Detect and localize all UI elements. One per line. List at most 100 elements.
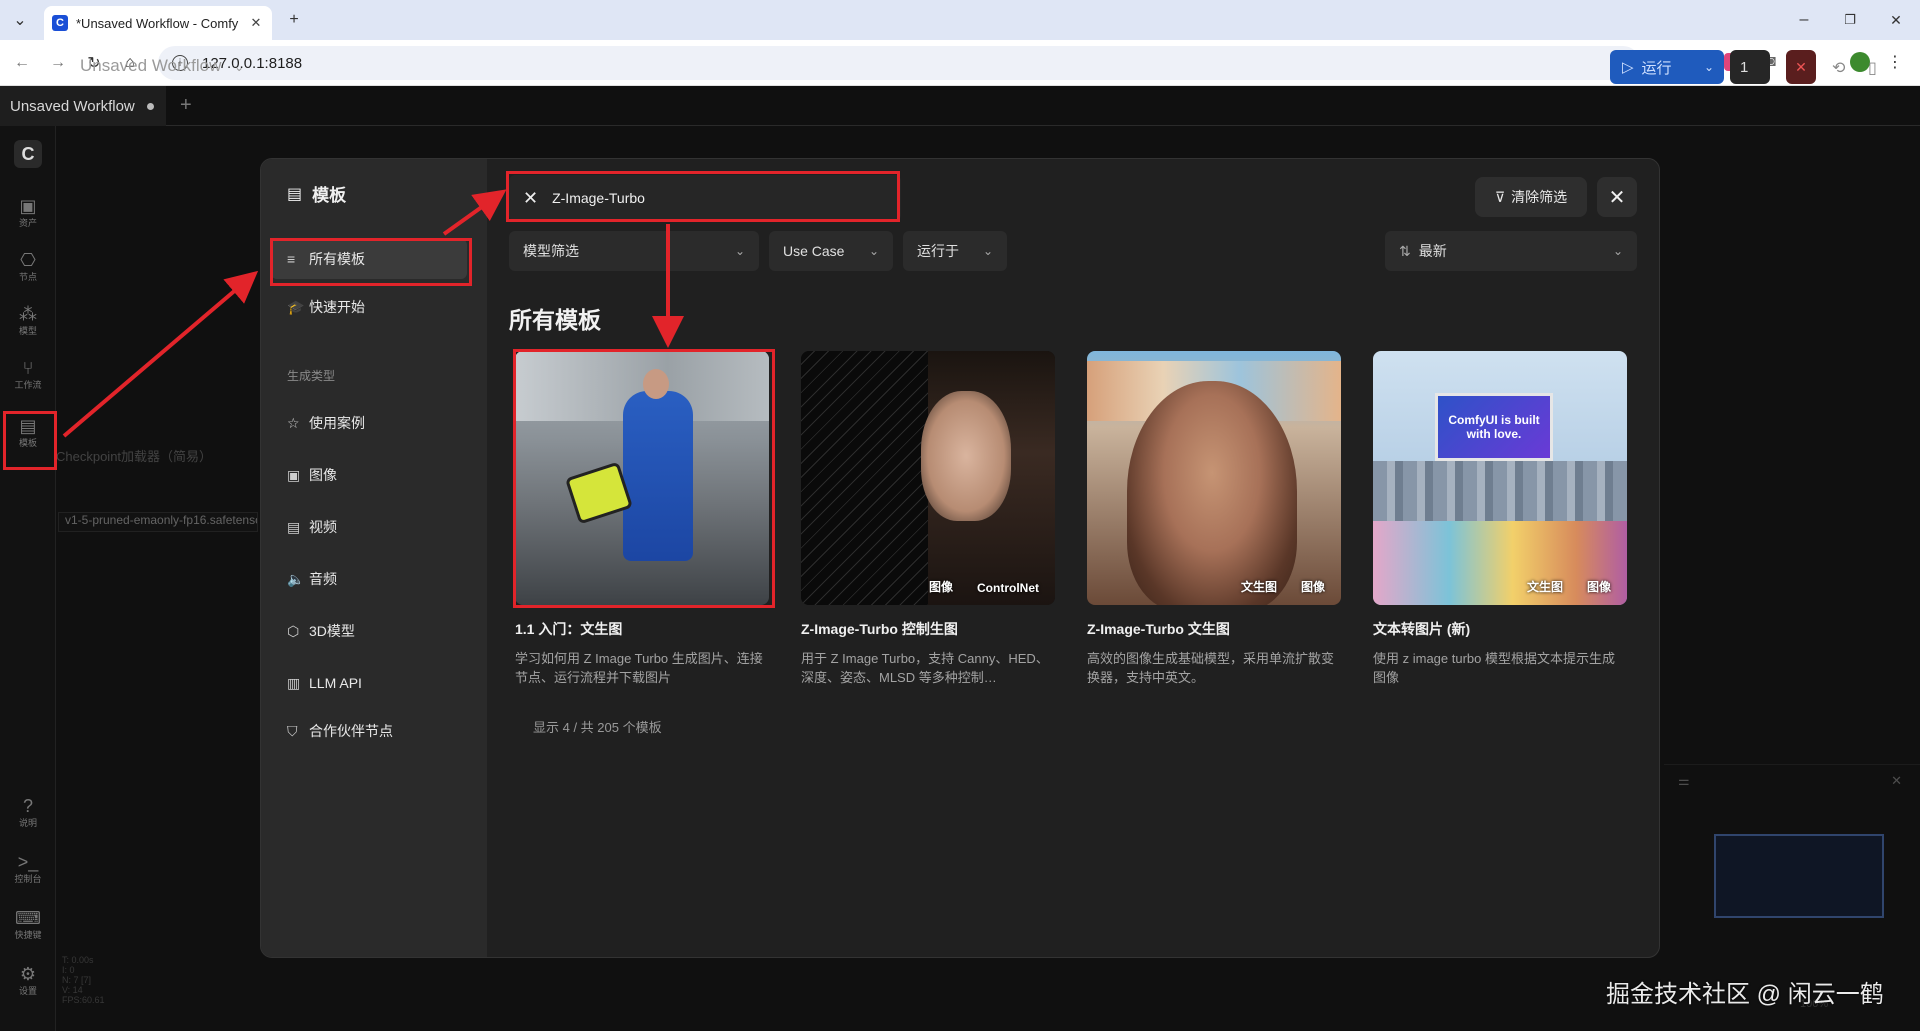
add-workflow-tab-button[interactable]: + <box>180 94 192 117</box>
modal-title: ▤ 模板 <box>287 185 347 206</box>
highlight-box <box>513 349 775 608</box>
tab-title: *Unsaved Workflow - Comfy <box>76 15 239 31</box>
model-filter-select[interactable]: 模型筛选 ⌄ <box>509 231 759 271</box>
tab-close-icon[interactable]: ✕ <box>248 15 264 31</box>
template-thumbnail[interactable]: ComfyUI is built with love. 文生图 图像 <box>1373 351 1627 605</box>
clear-filter-button[interactable]: ⊽ 清除筛选 <box>1475 177 1587 217</box>
template-description: 使用 z image turbo 模型根据文本提示生成图像 <box>1373 651 1615 685</box>
chevron-down-icon: ⌄ <box>1612 244 1623 258</box>
watermark: 掘金技术社区 @ 闲云一鹤 <box>1606 981 1884 1008</box>
sidebar-item-workflows[interactable]: ⑂ 工作流 <box>6 350 50 398</box>
workflow-title[interactable]: Unsaved Workflow ⌄ <box>80 56 244 76</box>
tag-badge: ControlNet <box>977 581 1039 595</box>
run-button[interactable]: ▷ 运行 ⌄ <box>1610 50 1724 84</box>
chevron-down-icon: ⌄ <box>234 60 245 74</box>
back-icon[interactable]: ← <box>10 51 34 75</box>
history-icon[interactable]: ⟲ <box>1832 58 1845 78</box>
workflow-icon: ⑂ <box>22 357 34 378</box>
billboard: ComfyUI is built with love. <box>1435 393 1553 461</box>
play-icon: ▷ <box>1622 59 1634 76</box>
sort-select[interactable]: ⇅ 最新 ⌄ <box>1385 231 1637 271</box>
panel-toggle-icon[interactable]: ▯ <box>1868 58 1877 78</box>
speaker-icon: 🔈 <box>287 570 305 587</box>
highlight-box <box>506 171 900 222</box>
template-card[interactable]: ComfyUI is built with love. 文生图 图像 文本转图片… <box>1373 351 1629 687</box>
tag-badge: 文生图 <box>1527 580 1564 594</box>
models-icon: ⁂ <box>19 303 37 324</box>
close-window-button[interactable]: ✕ <box>1884 8 1908 32</box>
keyboard-icon: ⌨ <box>15 907 41 928</box>
new-tab-button[interactable]: + <box>282 8 306 32</box>
sidebar-item-shortcuts[interactable]: ⌨ 快捷键 <box>6 900 50 948</box>
chevron-down-icon: ⌄ <box>982 244 993 258</box>
templates-icon: ▤ <box>287 185 303 203</box>
run-toolbar: ▷ 运行 ⌄ 1 ✕ ⟲ ▯ <box>1590 46 1910 86</box>
document-icon: ▥ <box>287 674 301 691</box>
tag-badge: 文生图 <box>1241 580 1278 594</box>
workflow-tabbar: Unsaved Workflow + <box>0 86 1920 126</box>
nav-video[interactable]: ▤ 视频 <box>271 507 467 547</box>
close-modal-button[interactable]: ✕ <box>1597 177 1637 217</box>
workflow-tab-label: Unsaved Workflow <box>10 97 135 115</box>
help-icon: ? <box>22 795 33 816</box>
workflow-tab[interactable]: Unsaved Workflow <box>0 86 166 126</box>
tag-badge: 图像 <box>1587 580 1612 594</box>
section-label: 生成类型 <box>287 369 336 383</box>
run-count-input[interactable]: 1 <box>1730 50 1770 84</box>
forward-icon[interactable]: → <box>46 51 70 75</box>
sidebar-item-help[interactable]: ? 说明 <box>6 788 50 836</box>
nav-use-cases[interactable]: ☆ 使用案例 <box>271 403 467 443</box>
template-description: 用于 Z Image Turbo，支持 Canny、HED、深度、姿态、MLSD… <box>801 651 1049 685</box>
images-icon: ▣ <box>19 195 37 216</box>
nav-3d-model[interactable]: ⬡ 3D模型 <box>271 611 467 651</box>
template-title: Z-Image-Turbo 控制生图 <box>801 621 958 637</box>
sidebar-item-console[interactable]: >_ 控制台 <box>6 844 50 892</box>
section-title: 所有模板 <box>509 307 601 333</box>
star-icon: ☆ <box>287 414 300 431</box>
gear-icon: ⚙ <box>19 963 37 984</box>
highlight-box <box>3 411 57 470</box>
tab-search-icon[interactable]: ⌄ <box>8 8 32 32</box>
template-title: 1.1 入门：文生图 <box>515 621 623 637</box>
sidebar-item-assets[interactable]: ▣ 资产 <box>6 188 50 236</box>
unsaved-dot-icon <box>146 102 154 110</box>
chevron-down-icon[interactable]: ⌄ <box>1704 60 1714 74</box>
sidebar-item-models[interactable]: ⁂ 模型 <box>6 296 50 344</box>
use-case-filter-select[interactable]: Use Case ⌄ <box>769 231 893 271</box>
image-icon: ▣ <box>287 466 301 483</box>
graduation-cap-icon: 🎓 <box>287 298 305 315</box>
minimize-button[interactable]: – <box>1792 8 1816 32</box>
template-thumbnail[interactable]: 图像 ControlNet <box>801 351 1055 605</box>
comfy-logo[interactable]: C <box>14 140 42 168</box>
nav-quick-start[interactable]: 🎓 快速开始 <box>271 287 467 327</box>
face-photo <box>921 391 1011 521</box>
url-input[interactable]: i 127.0.0.1:8188 ☆ <box>158 46 1640 80</box>
template-title: Z-Image-Turbo 文生图 <box>1087 621 1230 637</box>
runs-on-filter-select[interactable]: 运行于 ⌄ <box>903 231 1007 271</box>
city-skyline <box>1373 461 1627 521</box>
stop-icon[interactable]: ✕ <box>1786 50 1816 84</box>
sidebar-item-settings[interactable]: ⚙ 设置 <box>6 956 50 1004</box>
sidebar-item-nodes[interactable]: ⎔ 节点 <box>6 242 50 290</box>
film-icon: ▤ <box>287 518 301 535</box>
tag-badge: 图像 <box>1301 580 1326 594</box>
nav-image[interactable]: ▣ 图像 <box>271 455 467 495</box>
nav-llm-api[interactable]: ▥ LLM API <box>271 663 467 703</box>
tag-badge: 图像 <box>929 580 954 594</box>
restore-button[interactable]: ❐ <box>1838 8 1862 32</box>
template-count: 显示 4 / 共 205 个模板 <box>533 720 662 735</box>
portrait-face <box>1127 381 1297 605</box>
nav-audio[interactable]: 🔈 音频 <box>271 559 467 599</box>
comfy-favicon-icon: C <box>52 15 68 31</box>
canny-edges <box>801 351 928 605</box>
template-card[interactable]: 图像 ControlNet Z-Image-Turbo 控制生图 用于 Z Im… <box>801 351 1057 687</box>
sort-icon: ⇅ <box>1399 243 1411 259</box>
filter-icon: ⊽ <box>1494 188 1506 205</box>
left-sidebar: C ▣ 资产 ⎔ 节点 ⁂ 模型 ⑂ 工作流 ▤ 模板 ? 说明 >_ 控制台 ⌨ 快捷键 ⚙ 设… <box>0 126 56 1031</box>
nav-partner-nodes[interactable]: ⛉ 合作伙伴节点 <box>271 711 467 751</box>
template-description: 学习如何用 Z Image Turbo 生成图片、连接节点、运行流程并下载图片 <box>515 651 763 685</box>
template-thumbnail[interactable]: 文生图 图像 <box>1087 351 1341 605</box>
template-card[interactable]: 文生图 图像 Z-Image-Turbo 文生图 高效的图像生成基础模型，采用单… <box>1087 351 1343 687</box>
browser-tabstrip: ⌄ C *Unsaved Workflow - Comfy ✕ + – ❐ ✕ <box>0 0 1920 40</box>
browser-tab[interactable]: C *Unsaved Workflow - Comfy ✕ <box>44 6 272 40</box>
